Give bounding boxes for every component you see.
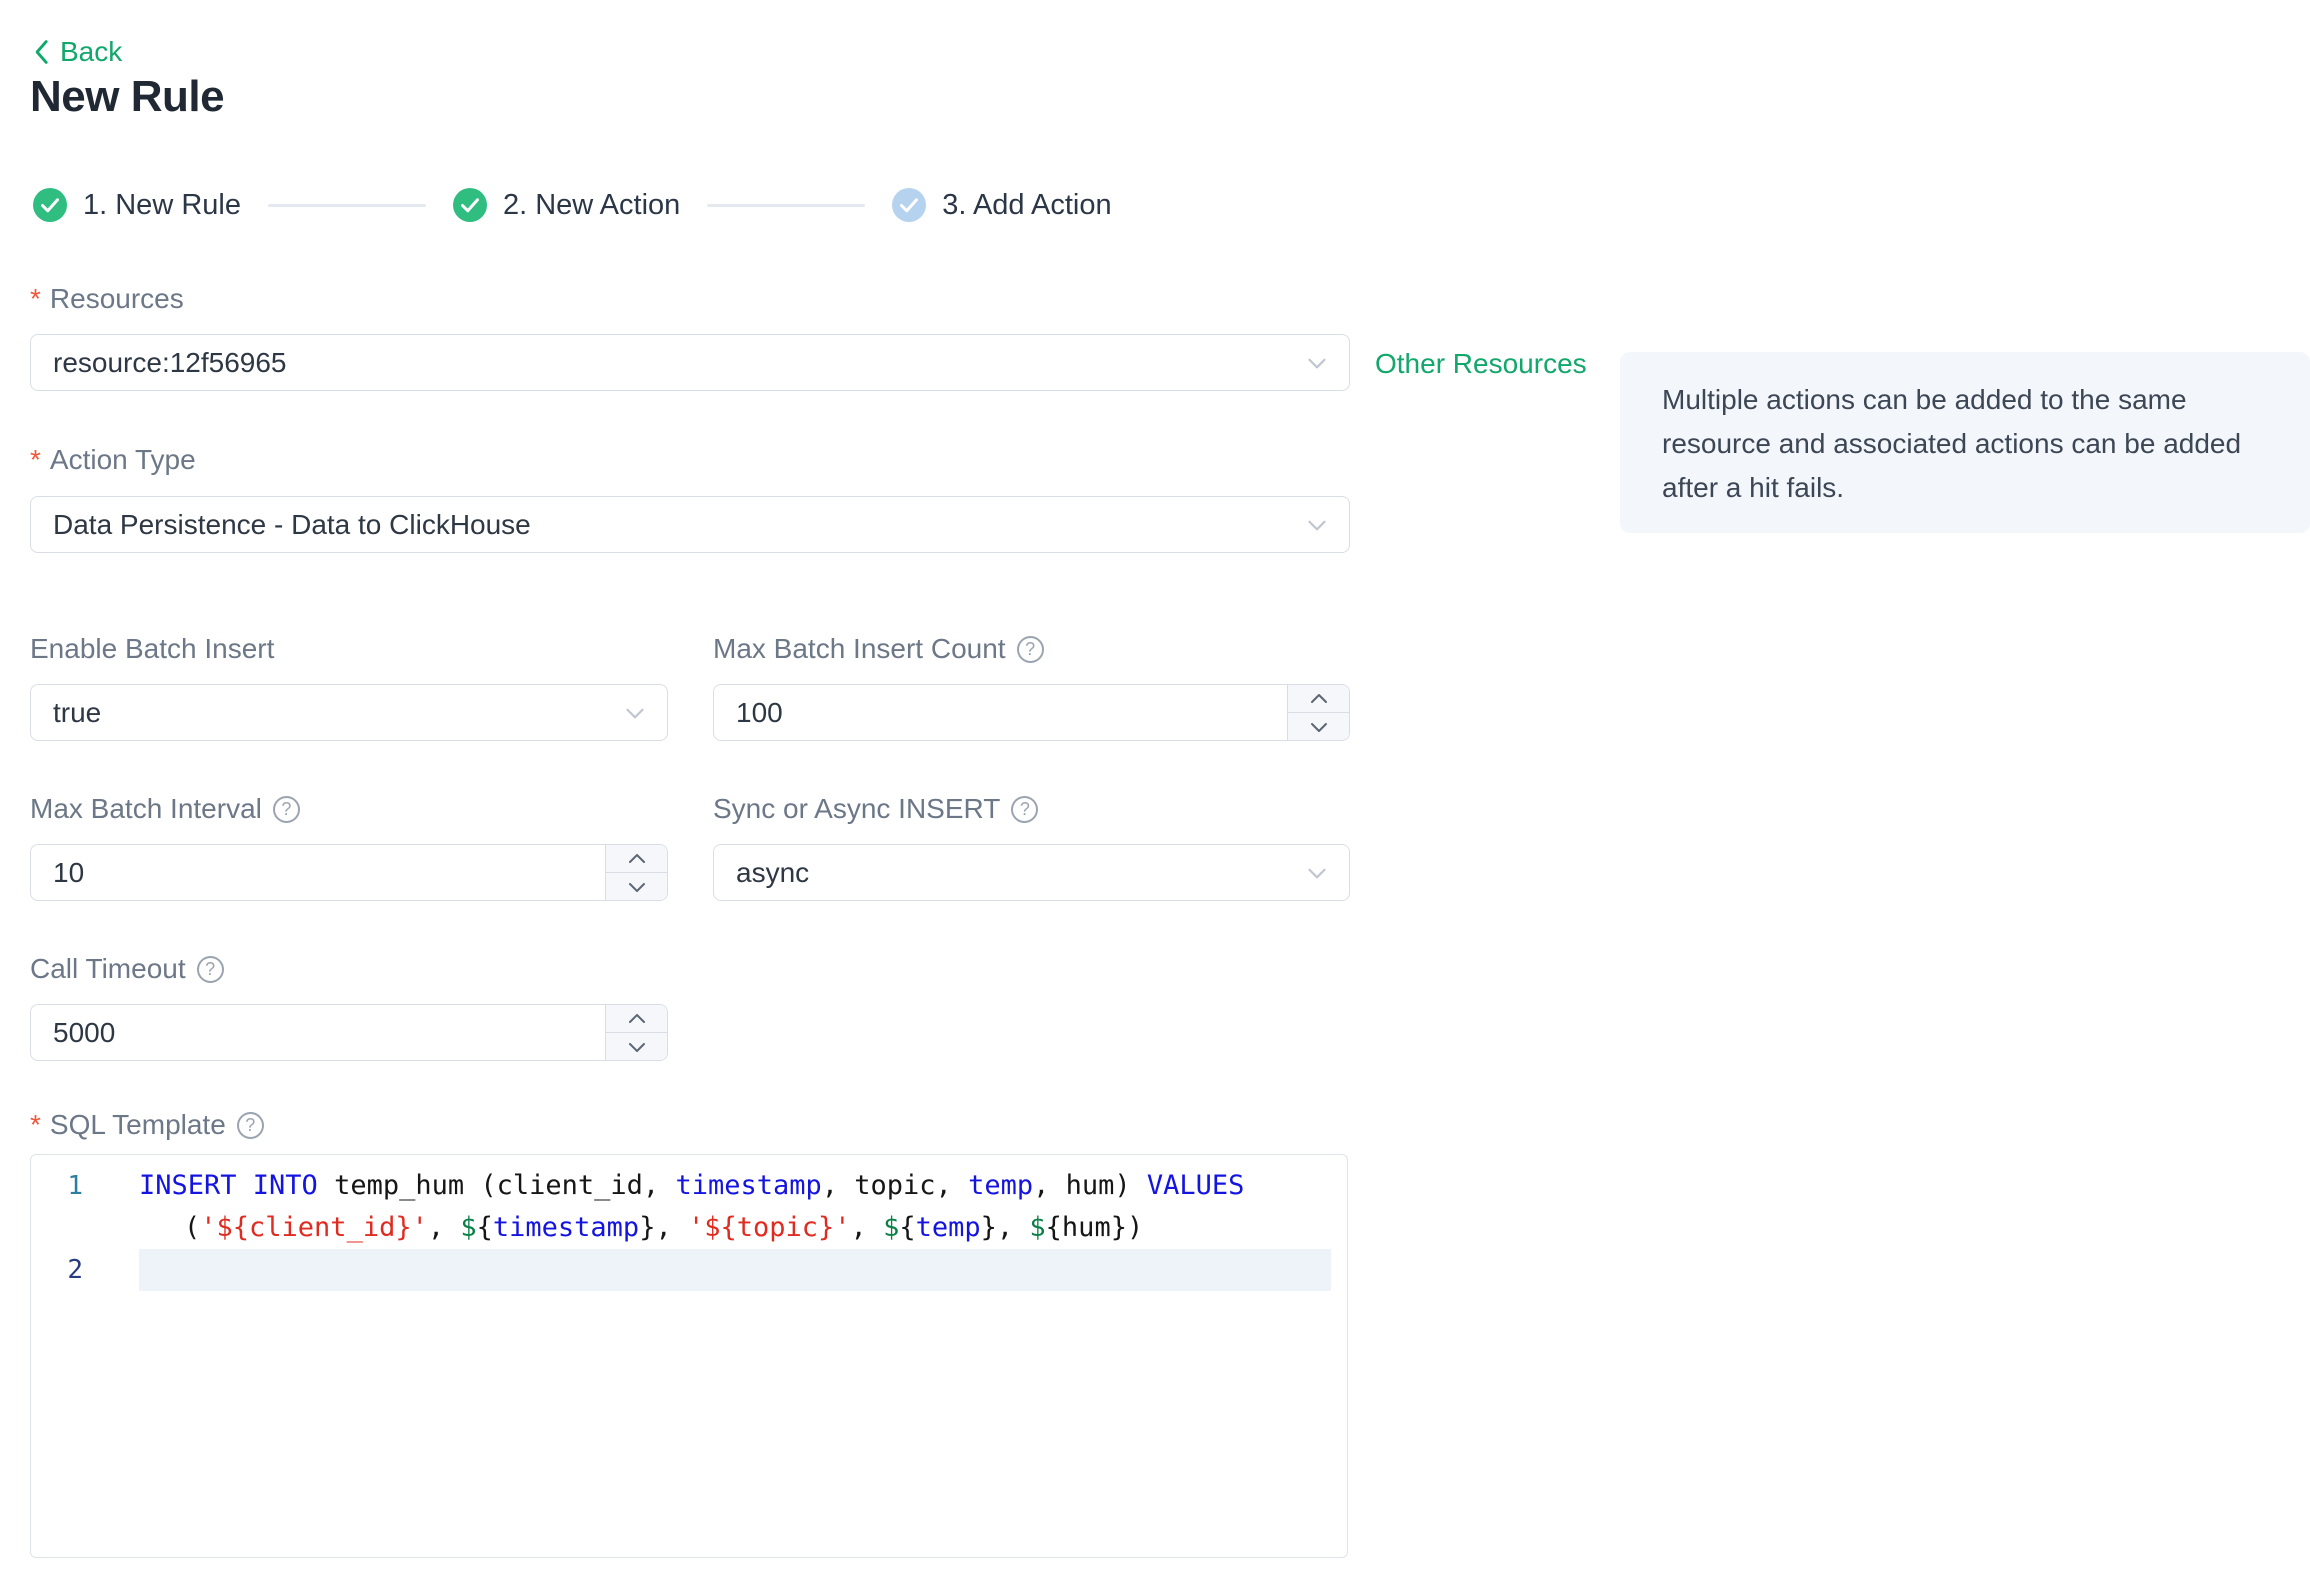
other-resources-link[interactable]: Other Resources [1375,348,1587,380]
number-stepper [1287,685,1349,740]
help-icon[interactable]: ? [236,1111,264,1139]
sql-editor[interactable]: 1 INSERT INTO temp_hum (client_id, timest… [30,1154,1348,1558]
code-line: ('${client_id}', ${timestamp}, '${topic}… [31,1207,1347,1249]
chevron-down-icon [1303,349,1331,377]
required-mark: * [30,1109,41,1140]
code-text [139,1249,1331,1291]
step-connector [707,203,866,207]
required-mark: * [30,444,41,475]
help-icon[interactable]: ? [196,955,224,983]
max-batch-interval-input[interactable] [53,856,587,889]
step-1-label: 1. New Rule [83,188,241,221]
line-number [31,1207,83,1249]
required-mark: * [30,283,41,314]
step-wizard: 1. New Rule 2. New Action 3. Add Action [33,188,1112,222]
enable-batch-insert-label: Enable Batch Insert [30,633,275,664]
enable-batch-insert-select[interactable]: true [30,684,668,741]
sql-template-label: * SQL Template ? [30,1109,264,1141]
step-new-rule: 1. New Rule [33,188,241,222]
chevron-down-icon [621,699,649,727]
stepper-down-button[interactable] [606,1033,667,1060]
code-text: INSERT INTO temp_hum (client_id, timesta… [139,1170,1245,1201]
call-timeout-field [30,1004,668,1061]
max-batch-interval-label: Max Batch Interval ? [30,793,300,825]
resources-label: * Resources [30,283,184,314]
chevron-down-icon [1303,511,1331,539]
step-1-check-icon [33,188,67,222]
stepper-down-button[interactable] [606,873,667,900]
max-batch-insert-count-label: Max Batch Insert Count ? [713,633,1044,665]
step-new-action: 2. New Action [452,188,681,222]
back-button[interactable]: Back [33,36,122,68]
back-label: Back [60,36,123,67]
max-batch-interval-field [30,844,668,901]
help-icon[interactable]: ? [1016,635,1044,663]
sync-or-async-insert-select[interactable]: async [713,844,1350,901]
info-tip-text: Multiple actions can be added to the sam… [1662,384,2242,503]
info-tip-box: Multiple actions can be added to the sam… [1620,352,2310,533]
call-timeout-label: Call Timeout ? [30,953,224,985]
help-icon[interactable]: ? [272,795,300,823]
chevron-down-icon [1303,859,1331,887]
back-chevron-icon [33,39,49,65]
code-text: ('${client_id}', ${timestamp}, '${topic}… [184,1212,1144,1243]
action-type-select[interactable]: Data Persistence - Data to ClickHouse [30,496,1350,553]
number-stepper [605,1005,667,1060]
number-stepper [605,845,667,900]
stepper-up-button[interactable] [606,845,667,873]
step-2-check-icon [452,188,487,222]
action-type-select-value: Data Persistence - Data to ClickHouse [53,508,531,540]
step-3-label: 3. Add Action [942,188,1112,221]
resources-select[interactable]: resource:12f56965 [30,334,1350,391]
stepper-down-button[interactable] [1288,713,1349,740]
sync-or-async-insert-label: Sync or Async INSERT ? [713,793,1039,825]
resources-select-value: resource:12f56965 [53,346,287,378]
enable-batch-insert-value: true [53,696,102,728]
action-type-label: * Action Type [30,444,196,475]
code-line: 2 [31,1249,1347,1291]
sync-or-async-insert-value: async [736,856,810,888]
line-number: 1 [67,1171,83,1201]
step-2-label: 2. New Action [502,188,681,221]
step-3-check-icon [892,188,927,222]
code-line: 1 INSERT INTO temp_hum (client_id, timest… [31,1165,1347,1207]
line-number: 2 [67,1255,83,1285]
call-timeout-input[interactable] [53,1016,587,1049]
page-title: New Rule [30,72,225,121]
step-connector [267,203,426,207]
step-add-action: 3. Add Action [892,188,1112,222]
stepper-up-button[interactable] [606,1005,667,1033]
stepper-up-button[interactable] [1288,685,1349,713]
max-batch-insert-count-input[interactable] [736,696,1269,729]
max-batch-insert-count-field [713,684,1350,741]
help-icon[interactable]: ? [1011,795,1039,823]
